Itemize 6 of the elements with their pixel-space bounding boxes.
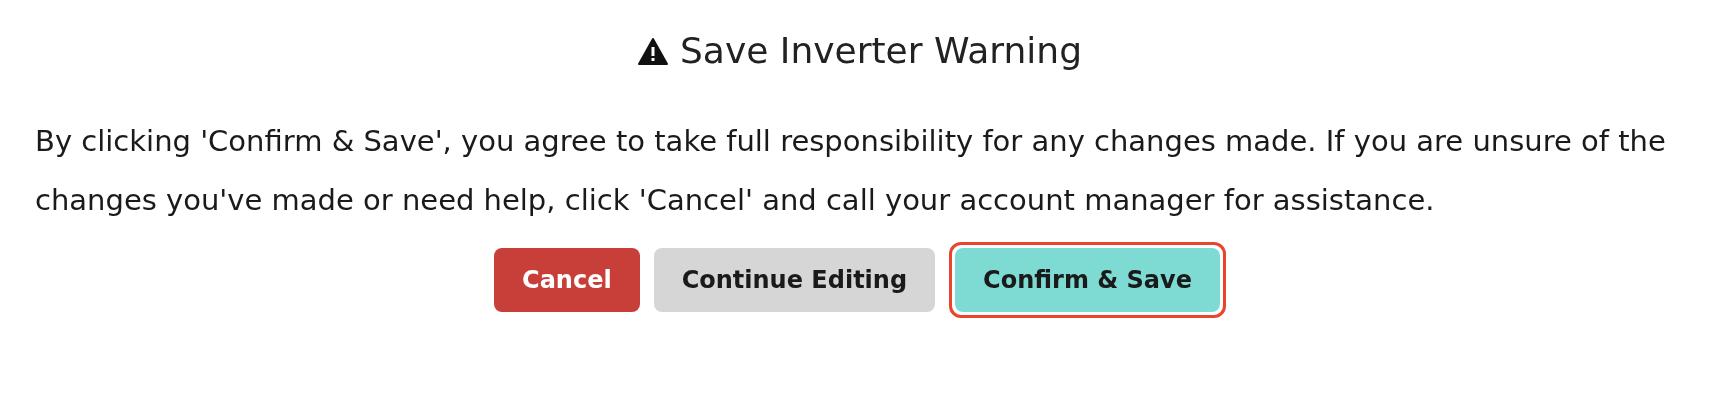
warning-icon [638,37,668,65]
dialog-button[interactable]: Continue Editing [653,248,936,312]
dialog-button[interactable]: Cancel [494,248,640,312]
warning-message: By clicking 'Confirm & Save', you agree to take full responsibility for any changes made. If you are unsure of the changes you've made or need help, click 'Cancel' and call your account manager for assistance. [35,123,1667,219]
dialog-button[interactable]: Confirm & Save [955,248,1220,312]
dialog-title: Save Inverter Warning [680,29,1082,73]
